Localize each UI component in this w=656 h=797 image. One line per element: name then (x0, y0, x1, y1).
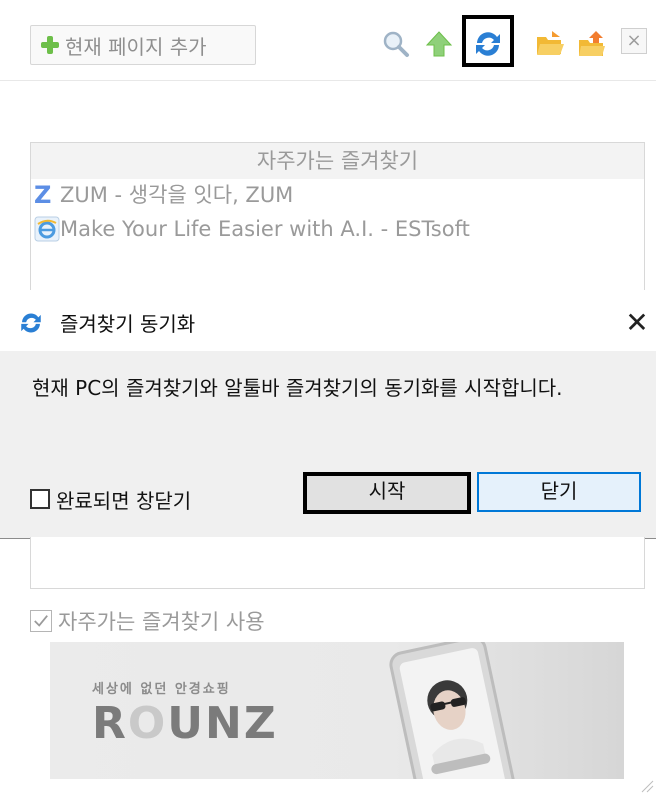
close-when-done-checkbox[interactable]: 완료되면 창닫기 (30, 482, 191, 516)
ad-tagline: 세상에 없던 안경쇼핑 (92, 682, 231, 697)
close-button-label: 닫기 (540, 479, 578, 503)
list-item-label: Make Your Life Easier with A.I. - ESTsof… (60, 217, 470, 241)
list-item[interactable]: Make Your Life Easier with A.I. - ESTsof… (34, 214, 470, 244)
close-icon[interactable]: ✕ (622, 306, 652, 340)
ad-banner[interactable]: 세상에 없던 안경쇼핑 ROUNZ (50, 642, 624, 779)
ad-brand-rest: UNZ (167, 698, 278, 749)
dialog-title: 즐겨찾기 동기화 (60, 312, 196, 336)
use-frequent-bookmarks-checkbox[interactable]: 자주가는 즐겨찾기 사용 (30, 604, 265, 638)
phone-image (380, 642, 520, 779)
frequent-bookmarks-header: 자주가는 즐겨찾기 (31, 143, 644, 179)
add-current-page-button[interactable]: 현재 페이지 추가 (30, 25, 256, 65)
move-up-arrow-icon[interactable] (423, 28, 455, 60)
ie-icon (34, 216, 60, 242)
start-button[interactable]: 시작 (303, 472, 471, 514)
checkbox-label: 자주가는 즐겨찾기 사용 (58, 610, 265, 634)
close-button[interactable]: 닫기 (477, 472, 641, 512)
ad-brand-logo: ROUNZ (92, 698, 278, 749)
search-icon[interactable] (380, 28, 412, 60)
checkbox-box[interactable] (30, 610, 52, 632)
sync-icon[interactable] (472, 28, 504, 60)
open-folder-icon[interactable] (534, 28, 566, 60)
resize-grip-icon[interactable] (640, 778, 654, 793)
close-icon[interactable]: × (621, 28, 647, 54)
dialog-message: 현재 PC의 즐겨찾기와 알툴바 즐겨찾기의 동기화를 시작합니다. (32, 376, 563, 400)
checkbox-box[interactable] (30, 489, 50, 509)
checkbox-label: 완료되면 창닫기 (56, 488, 192, 513)
list-item-label: ZUM - 생각을 잇다, ZUM (60, 183, 294, 207)
zum-icon: Z (34, 181, 52, 209)
export-folder-icon[interactable] (576, 28, 608, 60)
add-current-page-label: 현재 페이지 추가 (65, 34, 207, 59)
ad-brand-r: R (92, 698, 128, 749)
plus-icon (41, 36, 59, 54)
start-button-label: 시작 (368, 479, 406, 503)
ad-brand-o: O (127, 698, 168, 749)
list-item[interactable]: Z ZUM - 생각을 잇다, ZUM (34, 180, 293, 210)
frequent-bookmarks-list-bottom (30, 537, 645, 589)
sync-icon (18, 310, 44, 336)
